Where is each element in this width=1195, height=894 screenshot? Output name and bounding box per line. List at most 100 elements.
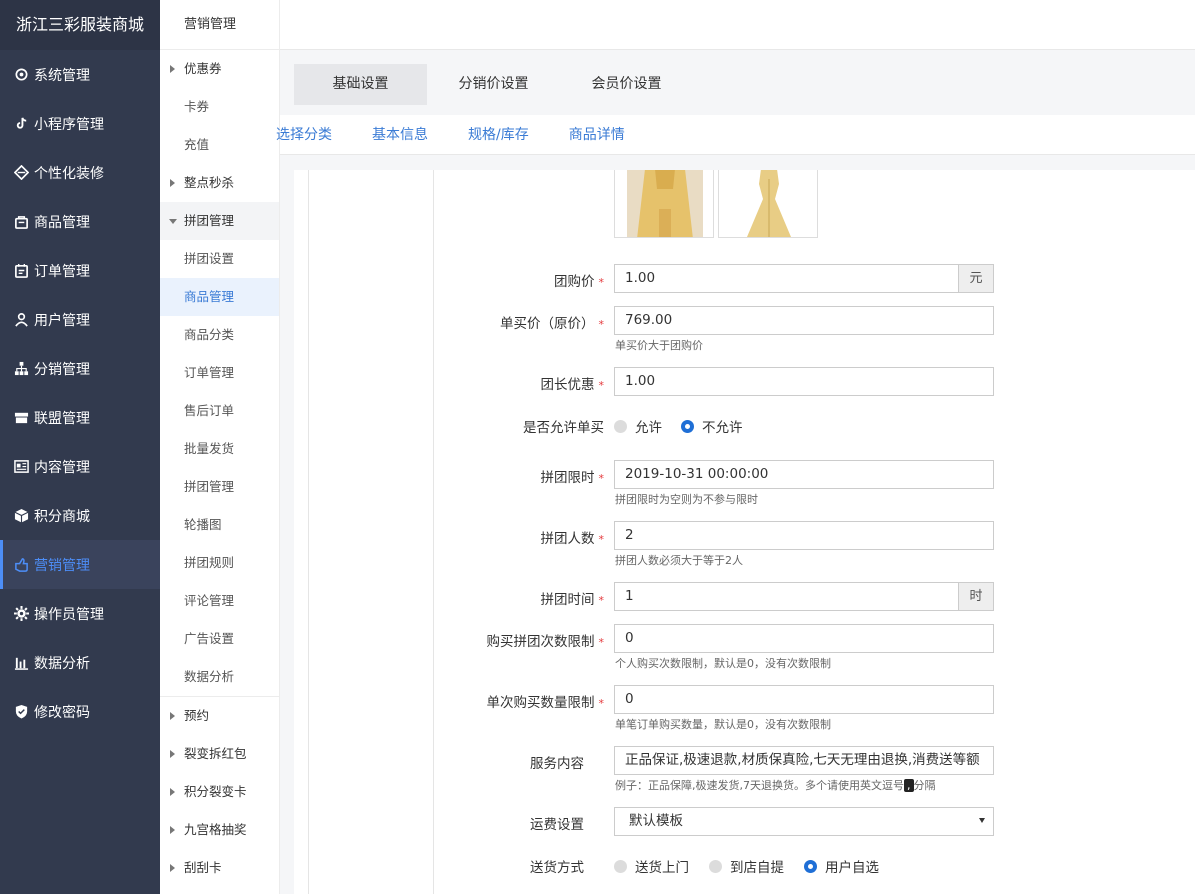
submenu-coupon[interactable]: 优惠券 xyxy=(160,50,279,88)
delivery-label: 送货方式 xyxy=(530,860,584,876)
nav-item-7[interactable]: 联盟管理 xyxy=(0,393,160,442)
nav-item-11[interactable]: 操作员管理 xyxy=(0,589,160,638)
service-label: 服务内容 xyxy=(530,756,584,772)
submenu-reviews[interactable]: 评论管理 xyxy=(160,582,279,620)
shield-icon xyxy=(13,704,29,720)
radio-on-icon xyxy=(804,859,817,873)
nav-item-label: 分销管理 xyxy=(34,361,90,378)
group-size-label: 拼团人数 * xyxy=(540,531,605,547)
delivery-pickup-radio[interactable]: 到店自提 xyxy=(709,856,784,876)
submenu-card[interactable]: 卡券 xyxy=(160,88,279,126)
submenu-red-packet[interactable]: 裂变拆红包 xyxy=(160,735,279,773)
delivery-user-choice-radio[interactable]: 用户自选 xyxy=(804,856,879,876)
leader-discount-input[interactable]: 1.00 xyxy=(614,367,994,396)
service-input[interactable]: 正品保证,极速退款,材质保真险,七天无理由退换,消费送等额 xyxy=(614,746,994,775)
nav-item-6[interactable]: 分销管理 xyxy=(0,344,160,393)
nav-item-label: 修改密码 xyxy=(34,704,90,721)
radio-off-icon xyxy=(709,859,722,873)
single-qty-label: 单次购买数量限制 * xyxy=(486,695,605,711)
nav-item-5[interactable]: 用户管理 xyxy=(0,295,160,344)
bag-icon xyxy=(13,214,29,230)
purchase-times-help: 个人购买次数限制，默认是0，没有次数限制 xyxy=(615,657,831,670)
nav-item-0[interactable]: 系统管理 xyxy=(0,50,160,99)
nav-item-label: 商品管理 xyxy=(34,214,90,231)
submenu-scratch-card[interactable]: 刮刮卡 xyxy=(160,849,279,887)
nav-item-label: 内容管理 xyxy=(34,459,90,476)
tab-basic-info[interactable]: 基本信息 xyxy=(372,115,428,154)
allow-single-label: 是否允许单买 xyxy=(523,420,604,436)
top-bar xyxy=(280,0,1195,50)
nav-item-1[interactable]: 小程序管理 xyxy=(0,99,160,148)
group-time-unit: 时 xyxy=(959,582,994,611)
nav-item-10[interactable]: 营销管理 xyxy=(0,540,160,589)
submenu-lottery[interactable]: 九宫格抽奖 xyxy=(160,811,279,849)
allow-single-no-radio[interactable]: 不允许 xyxy=(681,416,743,436)
shipping-select[interactable]: 默认模板 xyxy=(614,807,994,836)
allow-single-yes-radio[interactable]: 允许 xyxy=(614,416,662,436)
submenu-after-sales[interactable]: 售后订单 xyxy=(160,392,279,430)
product-section-tabs: 选择分类 基本信息 规格/库存 商品详情 xyxy=(276,115,1195,155)
tiktok-icon xyxy=(13,116,29,132)
single-price-input[interactable]: 769.00 xyxy=(614,306,994,335)
nav-item-4[interactable]: 订单管理 xyxy=(0,246,160,295)
tab-product-detail[interactable]: 商品详情 xyxy=(569,115,625,154)
form-panel: 团购价 * 1.00 元 单买价（原价） * 769.00 单买价大于团购价 团长优… xyxy=(294,170,1195,894)
tab-distribution-price[interactable]: 分销价设置 xyxy=(427,64,560,105)
group-size-help: 拼团人数必须大于等于2人 xyxy=(615,554,743,567)
submenu-product-category[interactable]: 商品分类 xyxy=(160,316,279,354)
nav-item-9[interactable]: 积分商城 xyxy=(0,491,160,540)
nav-item-13[interactable]: 修改密码 xyxy=(0,687,160,736)
tab-select-category[interactable]: 选择分类 xyxy=(276,115,332,154)
single-qty-help: 单笔订单购买数量，默认是0，没有次数限制 xyxy=(615,718,831,731)
submenu-reservation[interactable]: 预约 xyxy=(160,697,279,735)
tab-basic-settings[interactable]: 基础设置 xyxy=(294,64,427,105)
time-limit-input[interactable]: 2019-10-31 00:00:00 xyxy=(614,460,994,489)
submenu-group-buy[interactable]: 拼团管理 xyxy=(160,202,279,240)
purchase-times-input[interactable]: 0 xyxy=(614,624,994,653)
nav-item-label: 营销管理 xyxy=(34,557,90,574)
submenu-points-card[interactable]: 积分裂变卡 xyxy=(160,773,279,811)
submenu-title: 营销管理 xyxy=(160,0,279,50)
submenu-recharge[interactable]: 充值 xyxy=(160,126,279,164)
product-image-2[interactable] xyxy=(718,170,818,238)
nav-item-12[interactable]: 数据分析 xyxy=(0,638,160,687)
nav-item-label: 联盟管理 xyxy=(34,410,90,427)
single-qty-input[interactable]: 0 xyxy=(614,685,994,714)
dress-photo-1-icon xyxy=(627,170,703,237)
settings-tabs: 基础设置 分销价设置 会员价设置 xyxy=(294,64,693,105)
submenu-group-management[interactable]: 拼团管理 xyxy=(160,468,279,506)
cube-icon xyxy=(13,508,29,524)
group-size-input[interactable]: 2 xyxy=(614,521,994,550)
submenu-group-rules[interactable]: 拼团规则 xyxy=(160,544,279,582)
dress-photo-2-icon xyxy=(719,170,817,237)
shipping-label: 运费设置 xyxy=(530,817,584,833)
gear-outline-icon xyxy=(13,67,29,83)
delivery-home-radio[interactable]: 送货上门 xyxy=(614,856,689,876)
group-price-input[interactable]: 1.00 xyxy=(614,264,959,293)
product-image-1[interactable] xyxy=(614,170,714,238)
bar-chart-icon xyxy=(13,655,29,671)
news-icon xyxy=(13,459,29,475)
service-help: 例子：正品保障,极速发货,7天退换货。多个请使用英文逗号, 分隔 xyxy=(615,779,936,792)
cog-icon xyxy=(13,606,29,622)
group-time-label: 拼团时间 * xyxy=(540,592,605,608)
group-price-unit: 元 xyxy=(959,264,994,293)
nav-item-8[interactable]: 内容管理 xyxy=(0,442,160,491)
submenu-data-analysis[interactable]: 数据分析 xyxy=(160,658,279,696)
submenu-carousel[interactable]: 轮播图 xyxy=(160,506,279,544)
submenu-batch-shipping[interactable]: 批量发货 xyxy=(160,430,279,468)
nav-item-3[interactable]: 商品管理 xyxy=(0,197,160,246)
radio-off-icon xyxy=(614,859,627,873)
submenu-group-settings[interactable]: 拼团设置 xyxy=(160,240,279,278)
store-icon xyxy=(13,410,29,426)
submenu-product-management[interactable]: 商品管理 xyxy=(160,278,279,316)
nav-item-2[interactable]: 个性化装修 xyxy=(0,148,160,197)
sitemap-icon xyxy=(13,361,29,377)
nav-item-label: 订单管理 xyxy=(34,263,90,280)
submenu-ad-settings[interactable]: 广告设置 xyxy=(160,620,279,658)
tab-member-price[interactable]: 会员价设置 xyxy=(560,64,693,105)
group-time-input[interactable]: 1 xyxy=(614,582,959,611)
submenu-flash-sale[interactable]: 整点秒杀 xyxy=(160,164,279,202)
tab-spec-stock[interactable]: 规格/库存 xyxy=(468,115,529,154)
submenu-order-management[interactable]: 订单管理 xyxy=(160,354,279,392)
